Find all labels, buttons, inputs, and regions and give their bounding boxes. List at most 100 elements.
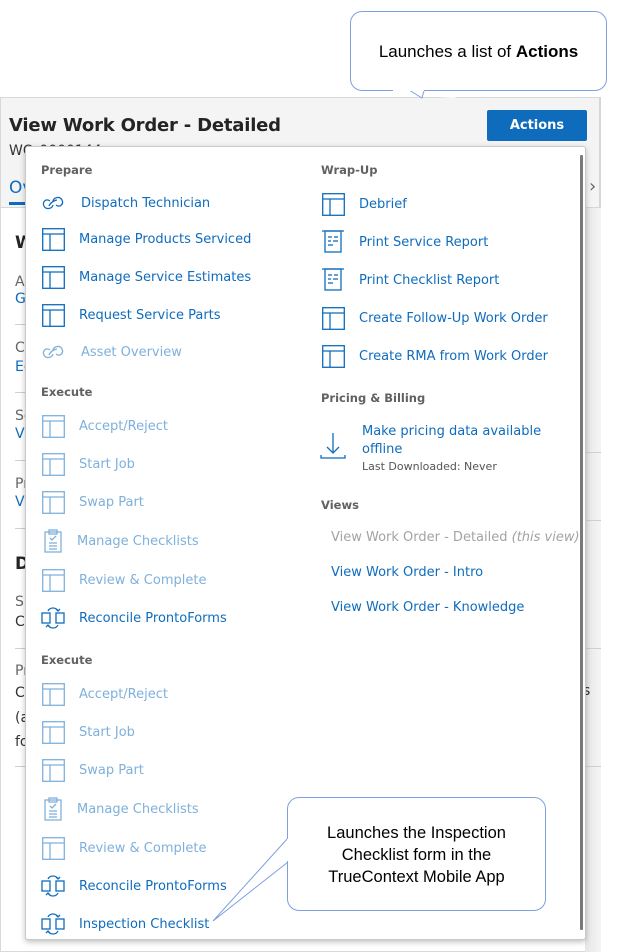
sync-icon [41,606,65,630]
callout-inspection-line: Launches the Inspection [327,824,506,842]
right-divider [585,648,601,649]
callout-actions-bold: Actions [515,42,579,61]
callout-inspection: Launches the Inspection Checklist form i… [287,797,546,911]
section-title-execute: Execute [41,653,93,667]
section-title-views: Views [321,498,359,512]
right-divider [585,520,601,521]
menu-item-accept-reject: Accept/Reject [41,414,168,438]
link-icon [41,191,65,215]
clipboard-icon [41,529,65,553]
menu-item-label: Swap Part [79,762,144,778]
menu-item-reconcile-prontoforms[interactable]: Reconcile ProntoForms [41,606,227,630]
section-title-prepare: Prepare [41,163,93,177]
form-icon [41,452,65,476]
menu-item-label: Create RMA from Work Order [359,348,548,364]
menu-item-debrief[interactable]: Debrief [321,192,407,216]
bg-field-value[interactable]: V [15,426,25,442]
form-icon [41,682,65,706]
section-title-pricing-billing: Pricing & Billing [321,391,426,405]
this-view-note: (this view) [511,530,580,545]
menu-item-label: Dispatch Technician [81,195,211,211]
menu-item-label: Start Job [79,456,135,472]
right-divider [585,452,601,453]
form-icon [41,265,65,289]
form-icon [41,758,65,782]
callout-actions-text: Launches a list of [378,42,516,61]
menu-item-review-complete: Review & Complete [41,836,206,860]
menu-item-accept-reject: Accept/Reject [41,682,168,706]
view-item-detailed-current: View Work Order - Detailed (this view) [331,530,580,545]
clipboard-icon [41,797,65,821]
page-title: View Work Order - Detailed [9,115,281,136]
menu-item-dispatch-technician[interactable]: Dispatch Technician [41,191,210,215]
menu-item-manage-checklists: Manage Checklists [41,797,199,821]
menu-item-label: Manage Products Serviced [79,231,252,247]
menu-item-label: Manage Checklists [77,801,199,817]
menu-item-make-pricing-offline[interactable]: Make pricing data available offline Last… [320,423,562,474]
form-icon [41,303,65,327]
menu-item-request-service-parts[interactable]: Request Service Parts [41,303,221,327]
view-item-intro[interactable]: View Work Order - Intro [331,565,483,580]
callout-inspection-line: TrueContext Mobile App [328,868,505,886]
menu-item-manage-service-estimates[interactable]: Manage Service Estimates [41,265,251,289]
report-icon [321,268,345,292]
form-icon [41,836,65,860]
menu-item-label: Request Service Parts [79,307,221,323]
pricing-label: Make pricing data available offline [362,424,542,457]
menu-item-manage-products-serviced[interactable]: Manage Products Serviced [41,227,251,251]
link-icon [41,340,65,364]
menu-item-label: Swap Part [79,494,144,510]
menu-item-label: Debrief [359,196,407,212]
menu-item-label: Review & Complete [79,840,207,856]
form-icon [321,344,345,368]
sync-icon [41,874,65,898]
menu-item-create-rma[interactable]: Create RMA from Work Order [321,344,548,368]
form-icon [321,192,345,216]
report-icon [321,230,345,254]
menu-item-label: Print Service Report [359,234,489,250]
menu-item-label: Print Checklist Report [359,272,500,288]
menu-item-inspection-checklist[interactable]: Inspection Checklist [41,912,209,936]
form-icon [41,568,65,592]
download-icon [320,431,346,471]
menu-item-label: Manage Checklists [77,533,199,549]
menu-item-label: Asset Overview [81,344,182,360]
callout-inspection-line: Checklist form in the [341,846,492,864]
chevron-right-icon[interactable]: › [589,176,596,197]
form-icon [41,490,65,514]
menu-item-start-job: Start Job [41,720,135,744]
menu-item-swap-part: Swap Part [41,758,144,782]
view-item-label: View Work Order - Detailed [331,530,508,545]
sync-icon [41,912,65,936]
menu-item-create-follow-up-work-order[interactable]: Create Follow-Up Work Order [321,306,548,330]
menu-item-manage-checklists: Manage Checklists [41,529,199,553]
menu-item-label: Inspection Checklist [79,916,210,932]
menu-item-reconcile-prontoforms[interactable]: Reconcile ProntoForms [41,874,227,898]
menu-item-print-checklist-report[interactable]: Print Checklist Report [321,268,499,292]
menu-item-label: Create Follow-Up Work Order [359,310,548,326]
menu-scrollbar[interactable] [580,155,583,930]
section-title-wrap-up: Wrap-Up [321,163,378,177]
menu-item-print-service-report[interactable]: Print Service Report [321,230,488,254]
form-icon [41,227,65,251]
menu-item-label: Accept/Reject [79,418,168,434]
form-icon [41,720,65,744]
menu-item-label: Reconcile ProntoForms [79,610,227,626]
actions-button[interactable]: Actions [487,110,587,141]
menu-item-asset-overview: Asset Overview [41,340,182,364]
menu-item-start-job: Start Job [41,452,135,476]
right-divider [585,766,601,767]
menu-item-label: Start Job [79,724,135,740]
menu-item-label: Manage Service Estimates [79,269,252,285]
bg-field-value[interactable]: V [15,494,25,510]
menu-item-review-complete: Review & Complete [41,568,206,592]
last-downloaded-status: Last Downloaded: Never [362,460,497,473]
view-item-knowledge[interactable]: View Work Order - Knowledge [331,600,524,615]
menu-item-label: Reconcile ProntoForms [79,878,227,894]
menu-item-label: Accept/Reject [79,686,168,702]
callout-actions: Launches a list of Actions [350,11,607,91]
right-edge-panel [585,208,601,952]
form-icon [321,306,345,330]
menu-item-swap-part: Swap Part [41,490,144,514]
section-title-execute: Execute [41,385,93,399]
